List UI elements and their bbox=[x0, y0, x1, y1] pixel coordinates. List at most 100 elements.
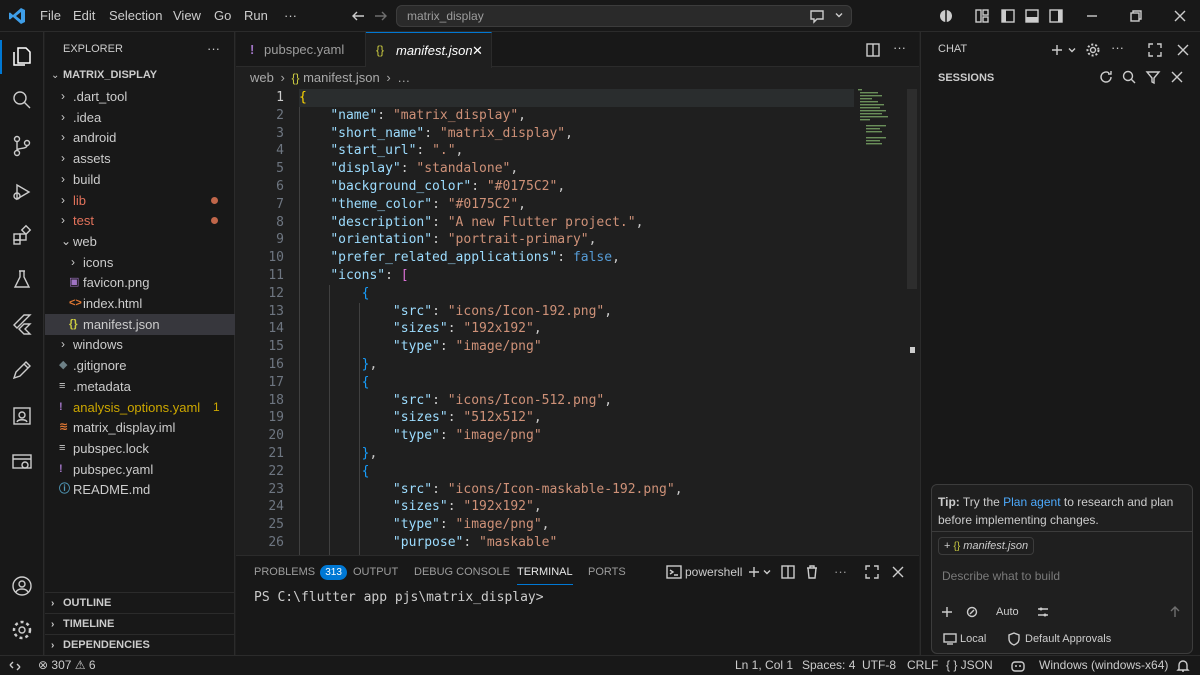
copilot-status-icon[interactable] bbox=[1010, 659, 1026, 673]
editor-more-icon[interactable]: ··· bbox=[893, 40, 906, 55]
context-file-chip[interactable]: + {} manifest.json bbox=[938, 537, 1035, 555]
toggle-sidebar-icon[interactable] bbox=[1000, 8, 1016, 24]
explorer-files-icon[interactable] bbox=[10, 44, 34, 68]
copilot-icon[interactable] bbox=[938, 8, 954, 24]
model-config-icon[interactable] bbox=[1036, 605, 1050, 619]
code-line[interactable]: "theme_color": "#0175C2", bbox=[299, 196, 854, 214]
tree-item[interactable]: › .idea bbox=[45, 107, 235, 128]
toggle-secondary-sidebar-icon[interactable] bbox=[1048, 8, 1064, 24]
menu-file[interactable]: File bbox=[40, 0, 61, 32]
toggle-panel-icon[interactable] bbox=[1024, 8, 1040, 24]
chat-more-icon[interactable]: ··· bbox=[1111, 40, 1124, 55]
tree-item[interactable]: ⌄ web bbox=[45, 231, 235, 252]
code-line[interactable]: "sizes": "512x512", bbox=[299, 409, 854, 427]
chat-settings-gear-icon[interactable] bbox=[1085, 42, 1101, 58]
menu-more[interactable]: ··· bbox=[284, 0, 297, 32]
account-icon[interactable] bbox=[10, 574, 34, 598]
explorer-more-icon[interactable]: ··· bbox=[207, 32, 220, 67]
tab-manifest-json[interactable]: {} manifest.json ✕ bbox=[366, 32, 492, 68]
terminal-prompt[interactable]: PS C:\flutter app pjs\matrix_display> bbox=[254, 590, 544, 605]
chat-input-placeholder[interactable]: Describe what to build bbox=[942, 569, 1060, 583]
command-center-search[interactable]: matrix_display bbox=[396, 5, 852, 27]
remote-explorer-icon[interactable] bbox=[10, 404, 34, 428]
code-line[interactable]: "purpose": "maskable" bbox=[299, 534, 854, 552]
tree-item[interactable]: ◆ .gitignore bbox=[45, 355, 235, 376]
source-control-icon[interactable] bbox=[10, 134, 34, 158]
add-attachment-plus-icon[interactable] bbox=[940, 605, 954, 619]
tree-item[interactable]: ! pubspec.yaml bbox=[45, 459, 235, 480]
code-line[interactable]: { bbox=[299, 89, 854, 107]
run-debug-icon[interactable] bbox=[10, 180, 34, 204]
code-line[interactable]: "src": "icons/Icon-512.png", bbox=[299, 392, 854, 410]
end-of-line[interactable]: CRLF bbox=[907, 656, 938, 675]
close-tab-icon[interactable]: ✕ bbox=[472, 33, 483, 68]
testing-flask-icon[interactable] bbox=[10, 268, 34, 292]
problems-summary[interactable]: ⊗ 307 ⚠ 6 bbox=[38, 656, 96, 675]
sessions-header[interactable]: SESSIONS bbox=[938, 67, 994, 89]
code-line[interactable]: "src": "icons/Icon-maskable-192.png", bbox=[299, 481, 854, 499]
menu-go[interactable]: Go bbox=[214, 0, 231, 32]
tree-item[interactable]: › icons bbox=[45, 252, 235, 273]
code-line[interactable]: "type": "image/png", bbox=[299, 516, 854, 534]
back-arrow-icon[interactable] bbox=[350, 8, 366, 24]
breadcrumb-file[interactable]: manifest.json bbox=[303, 70, 380, 85]
tree-item[interactable]: ! analysis_options.yaml 1 bbox=[45, 397, 235, 418]
code-line[interactable]: "sizes": "192x192", bbox=[299, 498, 854, 516]
refresh-icon[interactable] bbox=[1098, 69, 1114, 85]
filter-icon[interactable] bbox=[1145, 69, 1161, 85]
chevron-down-icon[interactable] bbox=[833, 9, 845, 21]
breadcrumb-folder[interactable]: web bbox=[250, 70, 274, 85]
tree-item[interactable]: ≡ pubspec.lock bbox=[45, 438, 235, 459]
new-chat-plus-icon[interactable] bbox=[1049, 42, 1065, 58]
new-terminal-plus-icon[interactable] bbox=[746, 564, 762, 580]
chevron-down-icon[interactable] bbox=[1066, 44, 1078, 56]
edit-pen-icon[interactable] bbox=[10, 358, 34, 382]
code-line[interactable]: "background_color": "#0175C2", bbox=[299, 178, 854, 196]
code-line[interactable]: { bbox=[299, 285, 854, 303]
code-line[interactable]: "type": "image/png" bbox=[299, 338, 854, 356]
encoding[interactable]: UTF-8 bbox=[862, 656, 896, 675]
menu-edit[interactable]: Edit bbox=[73, 0, 95, 32]
code-line[interactable]: "start_url": ".", bbox=[299, 142, 854, 160]
code-line[interactable]: "description": "A new Flutter project.", bbox=[299, 214, 854, 232]
section-timeline[interactable]: › TIMELINE bbox=[45, 613, 235, 634]
remote-indicator-icon[interactable] bbox=[8, 659, 22, 673]
tree-item[interactable]: › .dart_tool bbox=[45, 86, 235, 107]
code-line[interactable]: }, bbox=[299, 445, 854, 463]
tree-item[interactable]: <> index.html bbox=[45, 293, 235, 314]
tree-item[interactable]: ≡ .metadata bbox=[45, 376, 235, 397]
terminal-shell-name[interactable]: powershell bbox=[685, 556, 742, 588]
code-line[interactable]: }, bbox=[299, 356, 854, 374]
settings-gear-icon[interactable] bbox=[10, 618, 34, 642]
forward-arrow-icon[interactable] bbox=[373, 8, 389, 24]
plan-agent-link[interactable]: Plan agent bbox=[1003, 495, 1060, 509]
tree-item[interactable]: ▣ favicon.png bbox=[45, 272, 235, 293]
maximize-panel-icon[interactable] bbox=[864, 564, 880, 580]
tab-output[interactable]: OUTPUT bbox=[353, 556, 398, 588]
breadcrumb-more[interactable]: … bbox=[397, 70, 410, 85]
tab-ports[interactable]: PORTS bbox=[588, 556, 626, 588]
code-line[interactable]: "name": "matrix_display", bbox=[299, 107, 854, 125]
close-window-icon[interactable] bbox=[1172, 8, 1188, 24]
tree-item[interactable]: › android bbox=[45, 127, 235, 148]
containers-icon[interactable] bbox=[10, 450, 34, 474]
notifications-bell-icon[interactable] bbox=[1176, 659, 1190, 673]
tree-item[interactable]: ⓘ README.md bbox=[45, 479, 235, 500]
panel-more-icon[interactable]: ··· bbox=[834, 564, 847, 579]
tools-icon[interactable] bbox=[966, 606, 978, 618]
kill-terminal-trash-icon[interactable] bbox=[804, 564, 820, 580]
tree-item[interactable]: {} manifest.json bbox=[45, 313, 235, 335]
approvals-setting[interactable]: Default Approvals bbox=[1025, 630, 1111, 648]
code-line[interactable]: "icons": [ bbox=[299, 267, 854, 285]
minimize-icon[interactable] bbox=[1084, 8, 1100, 24]
tree-item[interactable]: › test bbox=[45, 210, 235, 231]
close-chat-icon[interactable] bbox=[1175, 42, 1191, 58]
code-line[interactable]: "orientation": "portrait-primary", bbox=[299, 231, 854, 249]
tree-item[interactable]: ≋ matrix_display.iml bbox=[45, 417, 235, 438]
split-editor-icon[interactable] bbox=[865, 42, 881, 58]
tree-item[interactable]: › lib bbox=[45, 190, 235, 211]
tree-item[interactable]: › build bbox=[45, 169, 235, 190]
code-line[interactable]: "prefer_related_applications": false, bbox=[299, 249, 854, 267]
menu-view[interactable]: View bbox=[173, 0, 201, 32]
menu-selection[interactable]: Selection bbox=[109, 0, 162, 32]
